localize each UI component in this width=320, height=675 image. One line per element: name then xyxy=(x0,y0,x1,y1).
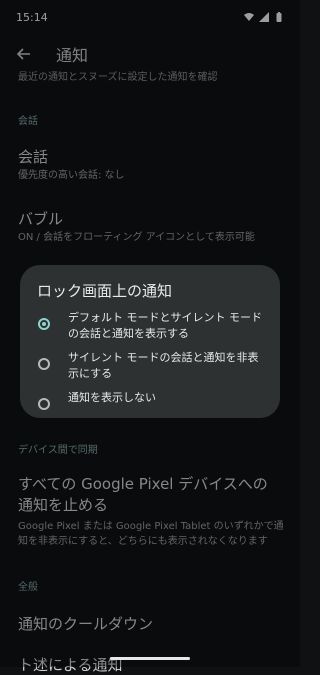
option-hide-all[interactable]: 通知を表示しない xyxy=(34,390,266,410)
option-label: デフォルト モードとサイレント モードの会話と通知を表示する xyxy=(68,311,262,340)
option-label: サイレント モードの会話と通知を非表示にする xyxy=(68,351,259,380)
radio-button[interactable] xyxy=(38,358,50,370)
lockscreen-notification-dialog: ロック画面上の通知 デフォルト モードとサイレント モードの会話と通知を表示する… xyxy=(20,265,280,418)
gesture-nav-handle[interactable] xyxy=(110,657,190,660)
dialog-title: ロック画面上の通知 xyxy=(37,282,173,300)
radio-button[interactable] xyxy=(38,398,50,410)
option-label: 通知を表示しない xyxy=(68,391,156,404)
radio-button-selected[interactable] xyxy=(38,318,50,330)
option-hide-silent[interactable]: サイレント モードの会話と通知を非表示にする xyxy=(34,350,266,382)
option-show-all[interactable]: デフォルト モードとサイレント モードの会話と通知を表示する xyxy=(34,310,266,342)
